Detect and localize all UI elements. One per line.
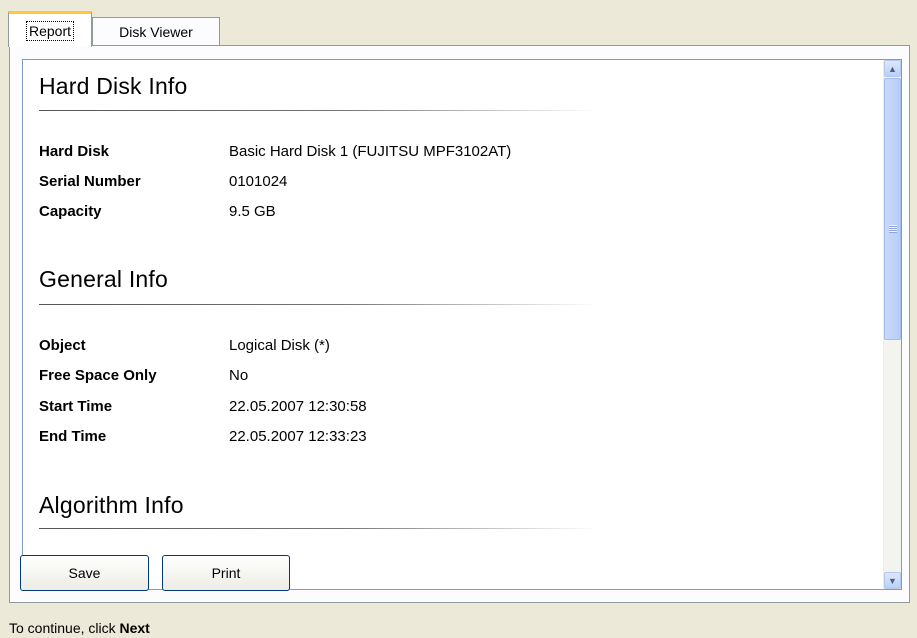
vertical-scrollbar[interactable]: ▲ ▼	[883, 60, 901, 589]
row-value-end-time: 22.05.2007 12:33:23	[229, 428, 367, 445]
row-label-capacity: Capacity	[39, 203, 102, 220]
row-label-free-space-only: Free Space Only	[39, 367, 157, 384]
report-view[interactable]: Hard Disk Info Hard Disk Basic Hard Disk…	[22, 59, 902, 590]
scrollbar-thumb[interactable]	[884, 78, 901, 340]
scroll-down-button[interactable]: ▼	[884, 572, 901, 589]
tab-report[interactable]: Report	[8, 11, 92, 47]
row-label-hard-disk: Hard Disk	[39, 143, 110, 160]
print-button[interactable]: Print	[162, 555, 290, 591]
status-hint: To continue, click Next	[9, 620, 150, 636]
status-hint-next: Next	[119, 620, 150, 636]
tab-disk-viewer[interactable]: Disk Viewer	[92, 17, 220, 45]
chevron-down-icon: ▼	[888, 575, 897, 586]
section-divider	[39, 110, 599, 111]
scroll-up-button[interactable]: ▲	[884, 60, 901, 77]
chevron-up-icon: ▲	[888, 63, 897, 74]
row-label-serial-number: Serial Number	[39, 173, 141, 190]
tab-panel: Hard Disk Info Hard Disk Basic Hard Disk…	[9, 45, 910, 603]
row-value-object: Logical Disk (*)	[229, 337, 330, 354]
save-button[interactable]: Save	[20, 555, 149, 591]
section-title-algorithm-info: Algorithm Info	[39, 492, 184, 518]
row-label-start-time: Start Time	[39, 398, 113, 415]
row-value-start-time: 22.05.2007 12:30:58	[229, 398, 367, 415]
row-value-free-space-only: No	[229, 367, 249, 384]
row-value-capacity: 9.5 GB	[229, 203, 276, 220]
section-divider	[39, 528, 599, 529]
row-value-hard-disk: Basic Hard Disk 1 (FUJITSU MPF3102AT)	[229, 143, 512, 160]
row-label-end-time: End Time	[39, 428, 107, 445]
status-hint-text: To continue, click	[9, 620, 120, 636]
row-value-serial-number: 0101024	[229, 173, 288, 190]
tab-report-label: Report	[25, 20, 75, 41]
section-divider	[39, 304, 599, 305]
section-title-general-info: General Info	[39, 266, 168, 292]
grip-icon	[889, 225, 897, 233]
tab-disk-viewer-label: Disk Viewer	[119, 23, 193, 40]
section-title-hard-disk-info: Hard Disk Info	[39, 73, 188, 99]
row-label-object: Object	[39, 337, 86, 354]
